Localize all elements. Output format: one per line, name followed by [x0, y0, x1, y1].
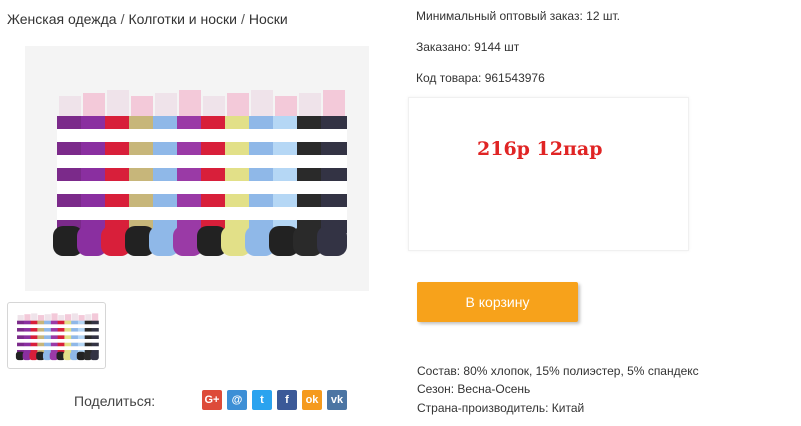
share-label: Поделиться: [74, 393, 156, 409]
product-thumbnail[interactable] [7, 302, 106, 369]
breadcrumb-socks[interactable]: Носки [249, 11, 288, 27]
breadcrumb-separator: / [120, 11, 125, 27]
twitter-icon[interactable]: t [252, 390, 272, 410]
vk-icon[interactable]: vk [327, 390, 347, 410]
composition: Состав: 80% хлопок, 15% полиэстер, 5% сп… [417, 364, 699, 378]
google-plus-icon[interactable]: G+ [202, 390, 222, 410]
country-of-origin: Страна-производитель: Китай [417, 401, 585, 415]
facebook-icon[interactable]: f [277, 390, 297, 410]
breadcrumb-womens-clothing[interactable]: Женская одежда [7, 11, 117, 27]
socks-thumbnail-photo [15, 313, 99, 361]
add-to-cart-button[interactable]: В корзину [417, 282, 578, 322]
min-order: Минимальный оптовый заказ: 12 шт. [416, 9, 620, 23]
sock [90, 313, 99, 361]
breadcrumb-separator: / [240, 11, 245, 27]
sock [317, 90, 347, 256]
price: 216р 12пар [477, 138, 603, 160]
product-code: Код товара: 961543976 [416, 71, 545, 85]
ordered-count: Заказано: 9144 шт [416, 40, 520, 54]
odnoklassniki-icon[interactable]: ok [302, 390, 322, 410]
price-box: 216р 12пар [408, 97, 689, 251]
breadcrumb: Женская одежда / Колготки и носки / Носки [7, 11, 288, 27]
share-icons: G+ @ t f ok vk [202, 390, 347, 410]
breadcrumb-tights-socks[interactable]: Колготки и носки [128, 11, 237, 27]
product-main-image[interactable] [25, 46, 369, 291]
email-icon[interactable]: @ [227, 390, 247, 410]
socks-photo [53, 90, 347, 256]
season: Сезон: Весна-Осень [417, 382, 531, 396]
